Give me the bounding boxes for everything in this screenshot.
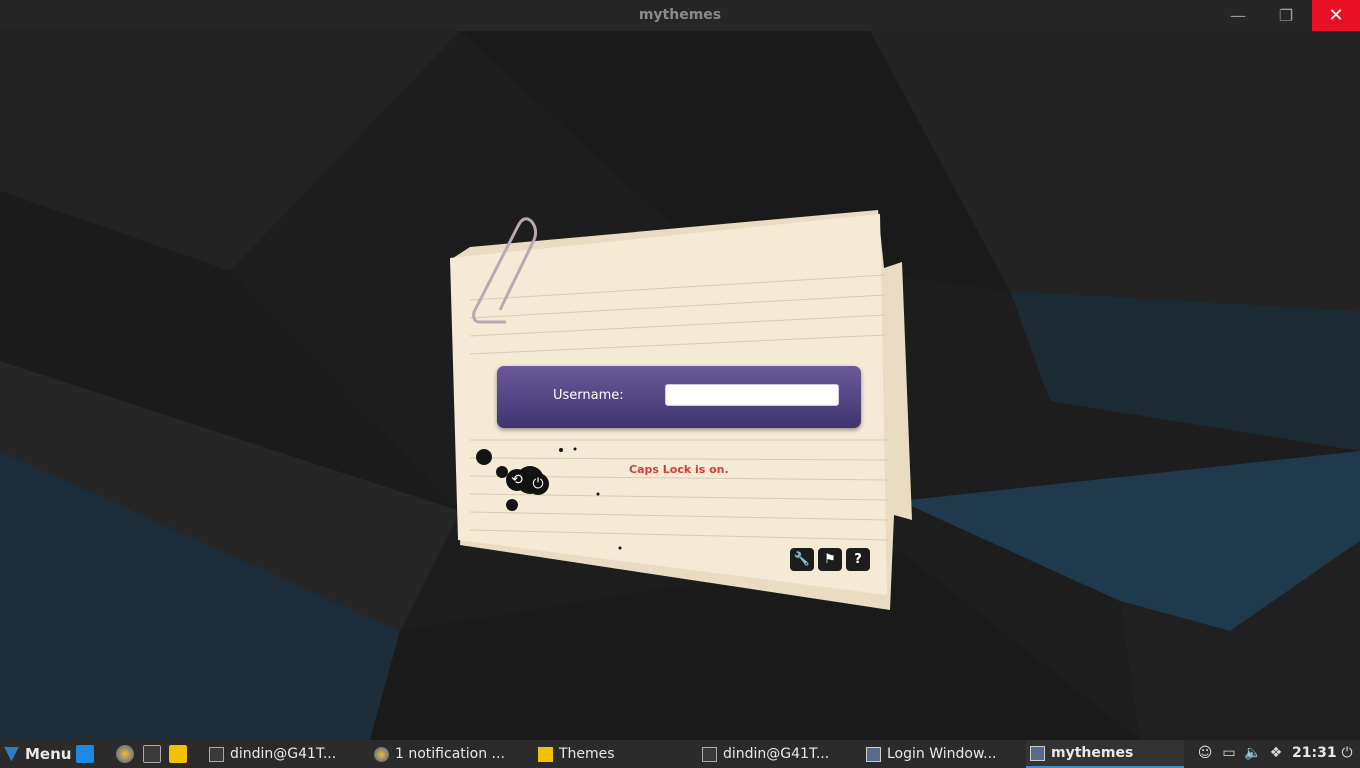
screen: mythemes — ❐ ✕ ⟲ ⏻ Username: Caps Lock i… [0, 0, 1360, 768]
close-button[interactable]: ✕ [1312, 0, 1360, 31]
task-themes[interactable]: Themes [538, 740, 615, 768]
minimize-icon: — [1230, 6, 1246, 25]
close-icon: ✕ [1328, 5, 1344, 26]
task-login-window[interactable]: Login Window... [866, 740, 996, 768]
login-form: Username: [497, 366, 861, 428]
menu-icon [4, 746, 19, 762]
firefox-icon[interactable] [116, 745, 134, 763]
volume-icon[interactable]: 🔈 [1244, 745, 1261, 761]
maximize-button[interactable]: ❐ [1263, 0, 1309, 31]
task-label: mythemes [1051, 745, 1134, 761]
window-title: mythemes [638, 7, 722, 23]
task-label: Themes [559, 746, 615, 762]
help-icon[interactable]: ? [846, 548, 870, 571]
window-titlebar: mythemes — ❐ ✕ [0, 0, 1360, 31]
username-input[interactable] [665, 384, 839, 406]
username-label: Username: [553, 388, 624, 403]
task-mythemes[interactable]: mythemes [1026, 740, 1184, 768]
firefox-icon [374, 746, 389, 762]
menu-button[interactable]: Menu [4, 740, 71, 768]
power-icon[interactable]: ⏻ [1339, 745, 1355, 761]
task-label: Login Window... [887, 746, 997, 762]
task-label: 1 notification ... [395, 746, 505, 762]
maximize-icon: ❐ [1278, 6, 1294, 25]
task-terminal-1[interactable]: dindin@G41T... [209, 740, 336, 768]
accessibility-icon[interactable]: ☺ [1197, 745, 1213, 761]
terminal-icon [209, 746, 224, 762]
flag-glyph: ⚑ [824, 552, 836, 567]
help-glyph: ? [854, 552, 862, 567]
folder-icon [538, 746, 553, 762]
taskbar: Menu dindin@G41T... 1 notification ... T… [0, 740, 1360, 768]
login-window-icon [866, 746, 881, 762]
wrench-glyph: 🔧 [793, 552, 811, 567]
terminal-icon[interactable] [143, 745, 161, 763]
folder-icon[interactable] [169, 745, 187, 763]
terminal-icon [702, 746, 717, 762]
clock[interactable]: 21:31 [1292, 745, 1337, 761]
power-icon[interactable]: ⏻ [527, 473, 549, 495]
network-icon[interactable]: ▭ [1221, 745, 1237, 761]
restart-icon[interactable]: ⟲ [506, 469, 528, 491]
task-firefox[interactable]: 1 notification ... [374, 740, 505, 768]
menu-label: Menu [25, 745, 72, 763]
dropbox-icon[interactable]: ❖ [1268, 745, 1284, 761]
task-terminal-2[interactable]: dindin@G41T... [702, 740, 829, 768]
mythemes-icon [1030, 745, 1045, 761]
task-label: dindin@G41T... [723, 746, 830, 762]
task-label: dindin@G41T... [230, 746, 337, 762]
wrench-icon[interactable]: 🔧 [790, 548, 814, 571]
minimize-button[interactable]: — [1215, 0, 1261, 31]
show-desktop-icon[interactable] [76, 745, 94, 763]
flag-icon[interactable]: ⚑ [818, 548, 842, 571]
